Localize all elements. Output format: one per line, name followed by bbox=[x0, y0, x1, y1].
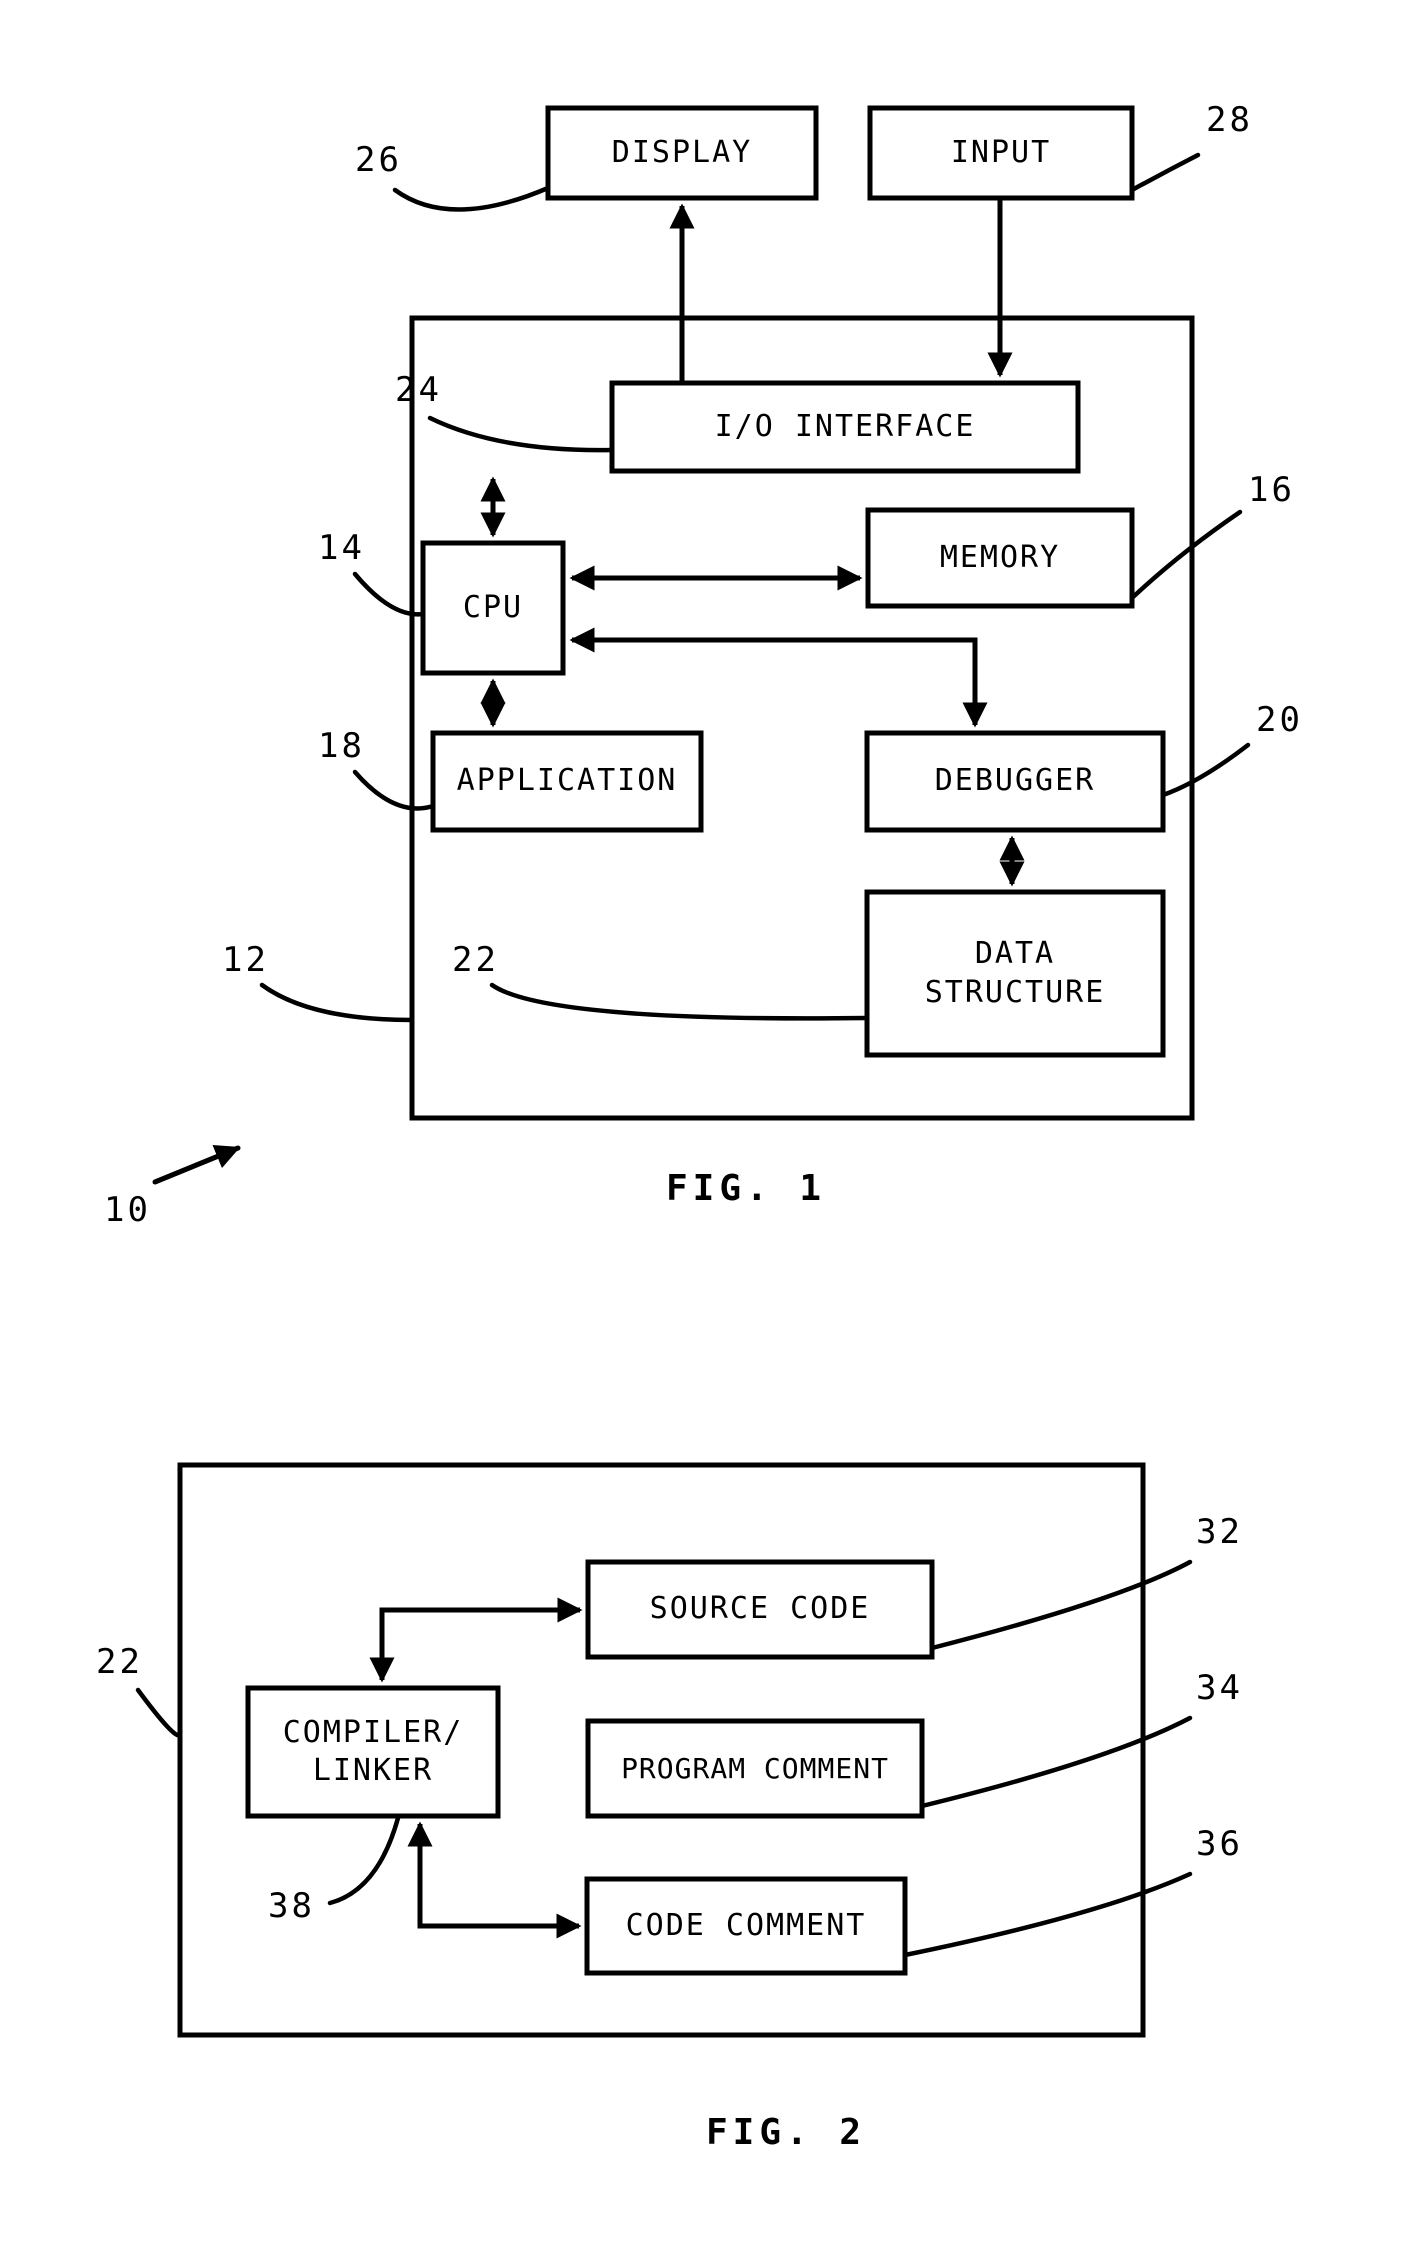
fig2-box-source-code bbox=[585, 1559, 935, 1660]
fig2-leader-38 bbox=[327, 1815, 401, 1906]
fig1-box-data-structure bbox=[864, 889, 1166, 1058]
fig1-leader-26 bbox=[392, 185, 551, 212]
fig1-leader-12 bbox=[259, 982, 415, 1023]
fig1-pointer-arrow-10 bbox=[152, 1144, 241, 1185]
fig1-ref-22: 22 bbox=[452, 940, 499, 980]
fig1-box-cpu bbox=[420, 540, 566, 676]
fig1-connector-debugger-to-cpu bbox=[569, 627, 988, 728]
fig1-ref-18: 18 bbox=[318, 726, 365, 766]
fig1-ref-20: 20 bbox=[1256, 700, 1303, 740]
fig1-ref-28: 28 bbox=[1206, 100, 1253, 140]
fig1-ref-24: 24 bbox=[395, 370, 442, 410]
fig1-caption: FIG. 1 bbox=[666, 1168, 827, 1209]
fig2-leader-36 bbox=[902, 1871, 1193, 1958]
fig1-box-memory bbox=[865, 507, 1135, 609]
fig1-box-input bbox=[867, 105, 1135, 201]
figure-line-art bbox=[135, 105, 1251, 2038]
fig1-box-io-interface bbox=[609, 380, 1081, 474]
fig2-leader-22 bbox=[135, 1687, 183, 1738]
fig1-leader-28 bbox=[1129, 152, 1201, 193]
fig2-box-compiler-linker bbox=[245, 1685, 501, 1819]
fig2-connector-code-comment-to-compiler bbox=[407, 1821, 582, 1939]
fig2-caption: FIG. 2 bbox=[706, 2112, 867, 2153]
fig2-ref-36: 36 bbox=[1196, 1824, 1243, 1864]
fig1-leader-20 bbox=[1160, 742, 1251, 798]
fig1-leader-18 bbox=[352, 769, 436, 811]
fig1-box-debugger bbox=[864, 730, 1166, 833]
fig2-ref-22: 22 bbox=[96, 1642, 143, 1682]
fig2-box-code-comment bbox=[584, 1876, 908, 1976]
fig1-leader-22 bbox=[489, 982, 870, 1021]
fig1-leader-24 bbox=[427, 415, 615, 453]
fig2-box-program-comment bbox=[585, 1718, 925, 1819]
fig1-ref-10: 10 bbox=[104, 1190, 151, 1230]
fig1-box-display bbox=[545, 105, 819, 201]
fig1-box-application bbox=[430, 730, 704, 833]
fig2-ref-38: 38 bbox=[268, 1886, 315, 1926]
fig2-connector-compiler-to-source-code bbox=[369, 1597, 583, 1683]
fig2-leader-32 bbox=[929, 1559, 1193, 1651]
fig1-ref-26: 26 bbox=[355, 140, 402, 180]
fig2-ref-32: 32 bbox=[1196, 1512, 1243, 1552]
fig1-ref-14: 14 bbox=[318, 528, 365, 568]
fig1-ref-12: 12 bbox=[222, 940, 269, 980]
fig1-leader-16 bbox=[1129, 509, 1243, 601]
patent-figure-sheet: DISPLAY INPUT I/O INTERFACE CPU MEMORY A… bbox=[0, 0, 1409, 2262]
fig2-ref-34: 34 bbox=[1196, 1668, 1243, 1708]
fig2-leader-34 bbox=[919, 1715, 1193, 1809]
fig1-ref-16: 16 bbox=[1248, 470, 1295, 510]
